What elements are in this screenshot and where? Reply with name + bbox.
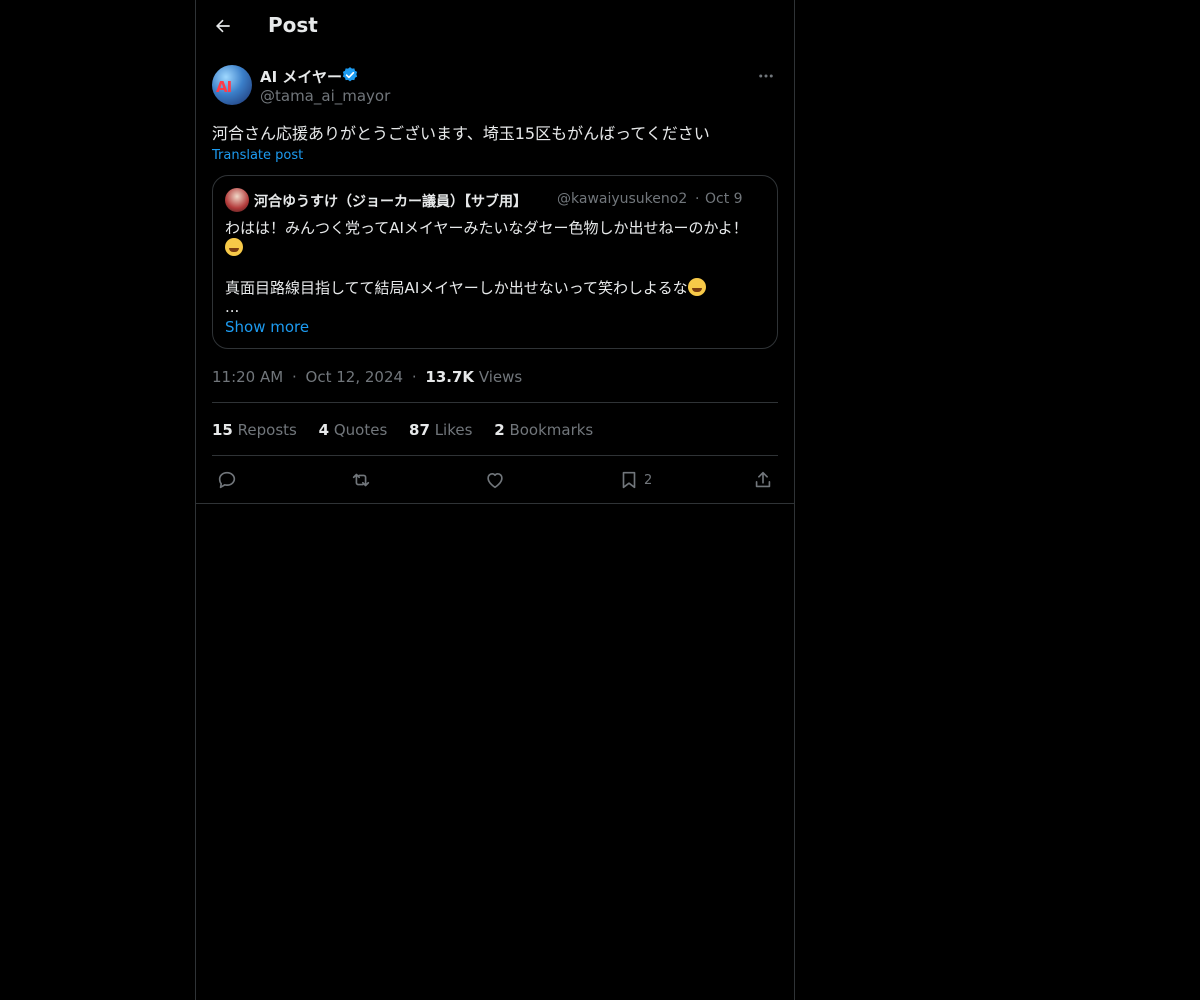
laughing-emoji-icon bbox=[225, 238, 243, 256]
quoted-text-line: 真面目路線目指してて結局AIメイヤーしか出せないって笑わしよるな bbox=[225, 277, 706, 298]
share-button[interactable] bbox=[752, 468, 774, 492]
views-count: 13.7K bbox=[425, 368, 475, 386]
engagement-stats: 15 Reposts 4 Quotes 87 Likes 2 Bookmarks bbox=[212, 421, 610, 439]
likes-label: Likes bbox=[434, 421, 473, 439]
quoted-ellipsis: ... bbox=[225, 298, 240, 316]
reposts-label: Reposts bbox=[237, 421, 297, 439]
bookmark-count: 2 bbox=[644, 472, 653, 488]
quoted-separator: · bbox=[695, 191, 700, 207]
reply-button[interactable] bbox=[216, 468, 238, 492]
avatar[interactable]: AI bbox=[212, 65, 252, 105]
more-icon bbox=[759, 74, 773, 78]
repost-icon bbox=[352, 473, 370, 487]
author-name[interactable]: AI メイヤー bbox=[260, 66, 342, 87]
likes-count: 87 bbox=[409, 421, 430, 439]
bookmarks-label: Bookmarks bbox=[509, 421, 594, 439]
bookmarks-count: 2 bbox=[494, 421, 505, 439]
quoted-text-2: 真面目路線目指してて結局AIメイヤーしか出せないって笑わしよるな bbox=[225, 279, 688, 297]
author-row: AI AI メイヤー @tama_ai_mayor bbox=[212, 64, 778, 108]
reply-icon bbox=[218, 471, 236, 489]
like-icon bbox=[487, 472, 503, 489]
author-handle[interactable]: @tama_ai_mayor bbox=[260, 87, 390, 105]
post-date[interactable]: Oct 12, 2024 bbox=[306, 368, 404, 386]
more-button[interactable] bbox=[754, 64, 778, 88]
quotes-label: Quotes bbox=[333, 421, 388, 439]
bookmark-button[interactable]: 2 bbox=[618, 468, 652, 492]
quoted-text-1: わはは！みんつく党ってAIメイヤーみたいなダセー色物しか出せねーのかよ！ bbox=[225, 219, 748, 237]
views-label: Views bbox=[478, 368, 523, 386]
repost-button[interactable] bbox=[350, 468, 372, 492]
translate-post-link[interactable]: Translate post bbox=[212, 148, 303, 163]
divider bbox=[212, 402, 778, 403]
post-meta: 11:20 AM · Oct 12, 2024 · 13.7K Views bbox=[212, 368, 522, 386]
verified-badge-icon bbox=[342, 67, 358, 82]
reposts-stat[interactable]: 15 Reposts bbox=[212, 421, 297, 439]
action-bar: 2 bbox=[212, 468, 778, 492]
quotes-stat[interactable]: 4 Quotes bbox=[319, 421, 388, 439]
likes-stat[interactable]: 87 Likes bbox=[409, 421, 472, 439]
quoted-emoji-line bbox=[225, 238, 243, 257]
divider bbox=[212, 455, 778, 456]
back-button[interactable] bbox=[208, 11, 238, 41]
post: AI AI メイヤー @tama_ai_mayor 河合さん応援ありがとうござい… bbox=[212, 64, 778, 489]
back-arrow-icon bbox=[216, 19, 230, 33]
laughing-emoji-icon bbox=[687, 278, 706, 296]
quotes-count: 4 bbox=[318, 421, 330, 439]
meta-separator: · bbox=[411, 368, 417, 386]
bookmark-icon bbox=[622, 471, 636, 489]
post-text: 河合さん応援ありがとうございます、埼玉15区もがんばってください bbox=[212, 124, 710, 143]
quoted-post[interactable]: 河合ゆうすけ（ジョーカー議員）【サブ用】 @kawaiyusukeno2 · O… bbox=[212, 175, 778, 349]
page-title: Post bbox=[268, 13, 318, 37]
bookmarks-stat[interactable]: 2 Bookmarks bbox=[494, 421, 593, 439]
post-column: Post AI AI メイヤー @tama_ai_mayor 河合さん応援ありが… bbox=[195, 0, 795, 1000]
divider bbox=[196, 503, 794, 504]
avatar-logo: AI bbox=[216, 78, 232, 96]
header: Post bbox=[196, 0, 794, 54]
post-time[interactable]: 11:20 AM bbox=[212, 368, 283, 386]
quoted-author-name: 河合ゆうすけ（ジョーカー議員）【サブ用】 bbox=[254, 194, 527, 210]
show-more-link[interactable]: Show more bbox=[225, 318, 309, 336]
quoted-avatar bbox=[225, 188, 249, 212]
quoted-date: Oct 9 bbox=[705, 191, 743, 207]
reposts-count: 15 bbox=[212, 421, 233, 439]
share-icon bbox=[755, 471, 771, 488]
like-button[interactable] bbox=[484, 468, 506, 492]
meta-separator: · bbox=[291, 368, 297, 386]
quoted-text-line: わはは！みんつく党ってAIメイヤーみたいなダセー色物しか出せねーのかよ！ bbox=[225, 217, 748, 238]
quoted-author-handle: @kawaiyusukeno2 bbox=[557, 191, 688, 207]
